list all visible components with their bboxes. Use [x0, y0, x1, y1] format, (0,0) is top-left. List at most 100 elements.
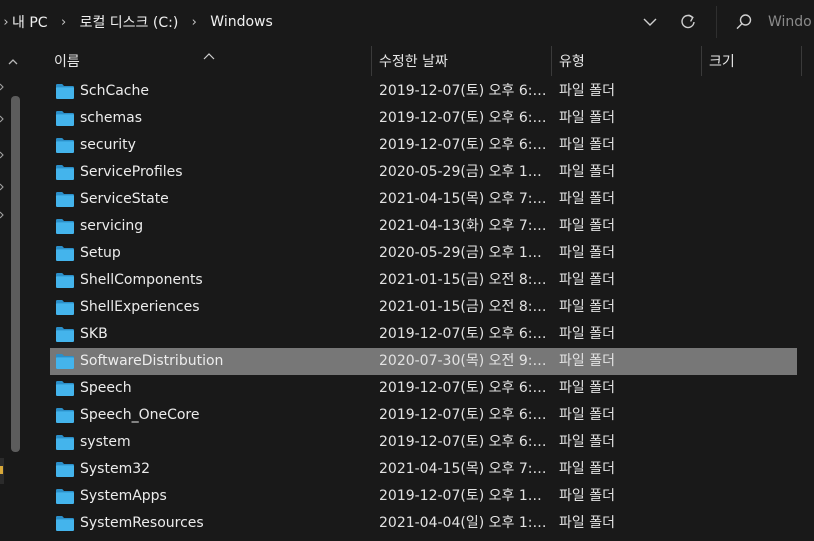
file-name: ServiceProfiles — [80, 164, 183, 180]
file-name: ShellExperiences — [80, 299, 200, 315]
file-modified-date: 2019-12-07(토) 오후 6:… — [379, 137, 547, 153]
chevron-right-icon[interactable] — [0, 108, 4, 123]
file-row[interactable]: Setup 2020-05-29(금) 오후 1… 파일 폴더 — [50, 240, 797, 267]
folder-icon — [55, 326, 75, 343]
chevron-right-icon[interactable]: › — [0, 15, 12, 30]
search-icon — [734, 12, 754, 32]
chevron-right-icon[interactable] — [0, 144, 4, 159]
file-type: 파일 폴더 — [559, 245, 615, 261]
file-type: 파일 폴더 — [559, 407, 615, 423]
file-row[interactable]: SKB 2019-12-07(토) 오후 6:… 파일 폴더 — [50, 321, 797, 348]
folder-icon — [55, 164, 75, 181]
refresh-icon[interactable] — [678, 12, 698, 32]
folder-icon — [55, 380, 75, 397]
folder-icon — [55, 515, 75, 532]
column-header-size-label: 크기 — [709, 54, 735, 70]
column-header-type[interactable]: 유형 — [553, 44, 701, 78]
file-row[interactable]: schemas 2019-12-07(토) 오후 6:… 파일 폴더 — [50, 105, 797, 132]
file-type: 파일 폴더 — [559, 164, 615, 180]
file-name: schemas — [80, 110, 142, 126]
column-divider[interactable] — [701, 46, 702, 76]
file-modified-date: 2021-04-04(일) 오후 1:… — [379, 515, 547, 531]
column-header-modified-label: 수정한 날짜 — [379, 54, 448, 70]
breadcrumb-item-local-disk[interactable]: 로컬 디스크 (C:) — [80, 12, 179, 32]
column-divider[interactable] — [551, 46, 552, 76]
file-name: security — [80, 137, 136, 153]
folder-icon — [55, 488, 75, 505]
file-name: SystemResources — [80, 515, 204, 531]
chevron-right-icon[interactable]: › — [184, 15, 204, 30]
folder-icon — [55, 191, 75, 208]
file-type: 파일 폴더 — [559, 137, 615, 153]
sort-ascending-icon — [203, 45, 215, 60]
navigation-pane[interactable] — [0, 44, 22, 541]
search-box[interactable] — [734, 6, 814, 38]
breadcrumb-item-windows[interactable]: Windows — [210, 14, 273, 30]
column-header-size[interactable]: 크기 — [703, 44, 801, 78]
breadcrumb-item-this-pc[interactable]: 내 PC — [12, 12, 48, 32]
toolbar-divider — [716, 6, 717, 38]
column-header-modified[interactable]: 수정한 날짜 — [373, 44, 551, 78]
file-row[interactable]: SchCache 2019-12-07(토) 오후 6:… 파일 폴더 — [50, 78, 797, 105]
file-row[interactable]: ServiceProfiles 2020-05-29(금) 오후 1… 파일 폴더 — [50, 159, 797, 186]
file-row[interactable]: ServiceState 2021-04-15(목) 오후 7:… 파일 폴더 — [50, 186, 797, 213]
chevron-right-icon[interactable]: › — [54, 15, 74, 30]
address-bar[interactable]: › 내 PC › 로컬 디스크 (C:) › Windows — [0, 0, 814, 44]
file-name: SchCache — [80, 83, 149, 99]
file-type: 파일 폴더 — [559, 326, 615, 342]
file-modified-date: 2019-12-07(토) 오후 6:… — [379, 83, 547, 99]
column-header-name-label: 이름 — [54, 54, 80, 70]
file-modified-date: 2020-05-29(금) 오후 1… — [379, 245, 542, 261]
file-modified-date: 2019-12-07(토) 오후 6:… — [379, 110, 547, 126]
file-name: System32 — [80, 461, 151, 477]
file-row[interactable]: security 2019-12-07(토) 오후 6:… 파일 폴더 — [50, 132, 797, 159]
file-modified-date: 2021-01-15(금) 오전 8:… — [379, 299, 547, 315]
file-list: SchCache 2019-12-07(토) 오후 6:… 파일 폴더 schemas… — [50, 78, 800, 537]
file-name: ServiceState — [80, 191, 169, 207]
folder-icon — [55, 245, 75, 262]
folder-icon — [55, 353, 75, 370]
chevron-right-icon[interactable] — [0, 204, 4, 219]
file-type: 파일 폴더 — [559, 488, 615, 504]
file-row[interactable]: SoftwareDistribution 2020-07-30(목) 오전 9:…… — [50, 348, 797, 375]
file-modified-date: 2019-12-07(토) 오후 6:… — [379, 326, 547, 342]
file-name: Setup — [80, 245, 121, 261]
file-modified-date: 2020-07-30(목) 오전 9:… — [379, 353, 547, 369]
file-row[interactable]: servicing 2021-04-13(화) 오후 7:… 파일 폴더 — [50, 213, 797, 240]
file-name: Speech — [80, 380, 132, 396]
file-row[interactable]: System32 2021-04-15(목) 오후 7:… 파일 폴더 — [50, 456, 797, 483]
chevron-right-icon[interactable] — [0, 176, 4, 191]
file-row[interactable]: Speech_OneCore 2019-12-07(토) 오후 6:… 파일 폴더 — [50, 402, 797, 429]
folder-icon — [55, 461, 75, 478]
file-row[interactable]: SystemResources 2021-04-04(일) 오후 1:… 파일 폴더 — [50, 510, 797, 537]
folder-icon — [55, 407, 75, 424]
search-input[interactable] — [768, 14, 814, 30]
file-type: 파일 폴더 — [559, 434, 615, 450]
file-name: SystemApps — [80, 488, 167, 504]
scroll-up-arrow-icon[interactable] — [8, 52, 18, 65]
file-modified-date: 2020-05-29(금) 오후 1… — [379, 164, 542, 180]
file-modified-date: 2021-04-13(화) 오후 7:… — [379, 218, 547, 234]
column-header-type-label: 유형 — [559, 54, 585, 70]
file-type: 파일 폴더 — [559, 461, 615, 477]
column-divider[interactable] — [371, 46, 372, 76]
file-name: SoftwareDistribution — [80, 353, 224, 369]
navigation-scrollbar-thumb[interactable] — [11, 96, 20, 452]
folder-icon — [55, 218, 75, 235]
file-row[interactable]: Speech 2019-12-07(토) 오후 6:… 파일 폴더 — [50, 375, 797, 402]
file-name: servicing — [80, 218, 144, 234]
file-type: 파일 폴더 — [559, 380, 615, 396]
file-row[interactable]: SystemApps 2019-12-07(토) 오후 1… 파일 폴더 — [50, 483, 797, 510]
file-modified-date: 2019-12-07(토) 오후 6:… — [379, 407, 547, 423]
file-modified-date: 2021-04-15(목) 오후 7:… — [379, 461, 547, 477]
file-type: 파일 폴더 — [559, 191, 615, 207]
folder-icon — [55, 272, 75, 289]
folder-icon — [55, 299, 75, 316]
chevron-right-icon[interactable] — [0, 76, 4, 91]
file-row[interactable]: ShellExperiences 2021-01-15(금) 오전 8:… 파일 폴… — [50, 294, 797, 321]
chevron-down-icon[interactable] — [640, 12, 660, 32]
file-row[interactable]: system 2019-12-07(토) 오후 6:… 파일 폴더 — [50, 429, 797, 456]
file-row[interactable]: ShellComponents 2021-01-15(금) 오전 8:… 파일 폴더 — [50, 267, 797, 294]
column-divider[interactable] — [801, 46, 802, 76]
file-modified-date: 2019-12-07(토) 오후 1… — [379, 488, 542, 504]
